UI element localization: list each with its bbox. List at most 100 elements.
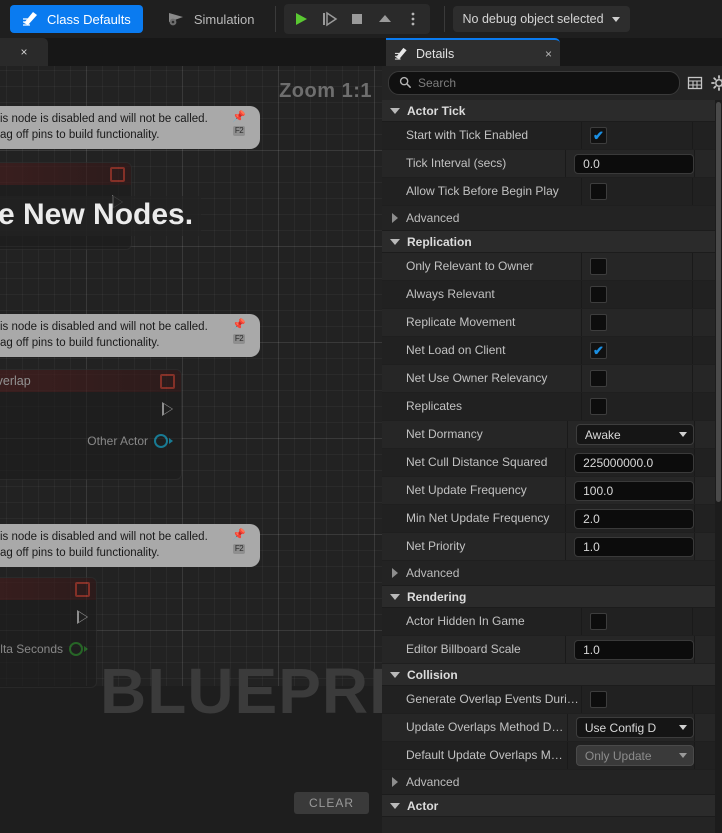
category-header-actor[interactable]: Actor: [382, 795, 716, 817]
pin-icon[interactable]: 📌: [232, 112, 246, 123]
gear-icon[interactable]: [710, 74, 722, 92]
property-reset-cell: [693, 365, 716, 392]
clear-button[interactable]: CLEAR: [294, 792, 369, 814]
property-value-cell: 0.0: [566, 150, 696, 177]
simulation-icon: [167, 10, 187, 29]
node-title: Event ActorBeginOverlap: [0, 374, 31, 388]
number-input-net-cull-distance-squared[interactable]: 225000000.0: [574, 452, 695, 473]
dropdown-net-dormancy[interactable]: Awake: [575, 424, 694, 445]
property-label-net-use-owner-relevancy: Net Use Owner Relevancy: [382, 365, 582, 392]
property-reset-cell: [693, 178, 716, 205]
advanced-toggle-replication[interactable]: Advanced: [382, 561, 716, 586]
shortcut-icon: F2: [232, 334, 246, 345]
checkbox-only-relevant-to-owner[interactable]: [590, 258, 607, 275]
category-title: Replication: [407, 234, 472, 249]
number-input-tick-interval-secs[interactable]: 0.0: [574, 153, 695, 174]
category-header-replication[interactable]: Replication: [382, 231, 716, 253]
node-data-pin-row[interactable]: Other Actor: [0, 430, 173, 452]
checkbox-start-with-tick-enabled[interactable]: ✔: [590, 127, 607, 144]
checkbox-net-load-on-client[interactable]: ✔: [590, 342, 607, 359]
exec-pin-icon[interactable]: [77, 610, 88, 624]
zoom-level-label: Zoom 1:1: [279, 80, 372, 102]
graph-tab[interactable]: ×: [0, 38, 48, 66]
class-defaults-button[interactable]: Class Defaults: [10, 5, 143, 33]
grid-view-icon[interactable]: [686, 74, 704, 92]
checkbox-always-relevant[interactable]: [590, 286, 607, 303]
details-property-list[interactable]: Actor Tick Start with Tick Enabled ✔ Tick I…: [382, 100, 716, 833]
property-row: Only Relevant to Owner: [382, 253, 716, 281]
property-value-cell: [582, 686, 693, 713]
property-row: Net Update Frequency 100.0: [382, 477, 716, 505]
simulation-label: Simulation: [193, 11, 255, 27]
node-body: lta Seconds: [0, 600, 96, 687]
dropdown-update-overlaps-method-during[interactable]: Use Config D: [575, 717, 694, 738]
node-tooltip-3: is node is disabled and will not be call…: [0, 524, 260, 568]
number-input-min-net-update-frequency[interactable]: 2.0: [574, 508, 695, 529]
checkbox-replicates[interactable]: [590, 398, 607, 415]
property-label-default-update-overlaps-method: Default Update Overlaps Method…: [382, 742, 568, 769]
number-input-net-priority[interactable]: 1.0: [574, 536, 695, 557]
node-data-pin-row[interactable]: lta Seconds: [0, 638, 88, 660]
search-input[interactable]: Search: [388, 71, 680, 95]
dropdown-value: Use Config D: [584, 720, 657, 735]
property-row: Net Priority 1.0: [382, 533, 716, 561]
stop-button[interactable]: [344, 6, 370, 32]
property-label-editor-billboard-scale: Editor Billboard Scale: [382, 636, 567, 663]
object-pin-icon[interactable]: [154, 434, 168, 448]
number-input-editor-billboard-scale[interactable]: 1.0: [574, 639, 695, 660]
property-value-cell: Awake: [568, 421, 695, 448]
property-row: Net Dormancy Awake: [382, 421, 716, 449]
property-row: Default Update Overlaps Method… Only Upda…: [382, 742, 716, 770]
checkbox-replicate-movement[interactable]: [590, 314, 607, 331]
property-reset-cell: [695, 150, 716, 177]
pin-icon[interactable]: 📌: [232, 320, 246, 331]
pin-arrow-icon: [84, 646, 88, 652]
checkmark-icon: ✔: [593, 343, 604, 358]
real-pin-icon[interactable]: [69, 642, 83, 656]
property-value-cell: ✔: [582, 337, 693, 364]
checkbox-allow-tick-before-begin-play[interactable]: [590, 183, 607, 200]
chevron-right-icon: [392, 777, 398, 787]
exec-pin-icon[interactable]: [162, 402, 173, 416]
node-event-tick[interactable]: Event Tick lta Seconds: [0, 577, 97, 688]
node-event-actorbeginoverlap[interactable]: Event ActorBeginOverlap Other Actor: [0, 369, 182, 480]
close-icon[interactable]: ×: [545, 47, 552, 61]
node-tooltip-2: is node is disabled and will not be call…: [0, 314, 260, 358]
blueprint-graph-canvas[interactable]: BLUEPRINT Zoom 1:1 Event BeginPlay Event…: [0, 66, 382, 833]
details-search-row: Search: [382, 66, 722, 100]
node-header: Event Tick: [0, 578, 96, 600]
checkbox-generate-overlap-events-during[interactable]: [590, 691, 607, 708]
checkbox-actor-hidden-in-game[interactable]: [590, 613, 607, 630]
category-header-rendering[interactable]: Rendering: [382, 586, 716, 608]
simulation-button[interactable]: Simulation: [155, 5, 267, 33]
category-header-actor-tick[interactable]: Actor Tick: [382, 100, 716, 122]
property-reset-cell: [693, 393, 716, 420]
advanced-label: Advanced: [406, 211, 460, 225]
checkbox-net-use-owner-relevancy[interactable]: [590, 370, 607, 387]
property-value-cell: 100.0: [566, 477, 696, 504]
play-button[interactable]: [288, 6, 314, 32]
more-options-button[interactable]: [400, 6, 426, 32]
category-header-collision[interactable]: Collision: [382, 664, 716, 686]
property-row: Net Use Owner Relevancy: [382, 365, 716, 393]
property-reset-cell: [693, 281, 716, 308]
property-label-min-net-update-frequency: Min Net Update Frequency: [382, 505, 567, 532]
node-disabled-icon: [160, 373, 175, 389]
toolbar-divider-2: [443, 6, 445, 32]
node-exec-pin-row[interactable]: [0, 398, 173, 420]
details-scrollbar-thumb[interactable]: [716, 102, 721, 502]
step-button[interactable]: [316, 6, 342, 32]
tab-details-label: Details: [416, 47, 455, 61]
eject-button[interactable]: [372, 6, 398, 32]
property-reset-cell: [695, 533, 716, 560]
property-label-update-overlaps-method-during: Update Overlaps Method During…: [382, 714, 568, 741]
advanced-toggle-actor-tick[interactable]: Advanced: [382, 206, 716, 231]
tab-details[interactable]: Details ×: [386, 38, 560, 68]
node-exec-pin-row[interactable]: [0, 606, 88, 628]
debug-object-selector[interactable]: No debug object selected: [452, 6, 630, 32]
close-icon[interactable]: ×: [20, 46, 27, 58]
pin-icon[interactable]: 📌: [232, 530, 246, 541]
property-row: Editor Billboard Scale 1.0: [382, 636, 716, 664]
advanced-toggle-collision[interactable]: Advanced: [382, 770, 716, 795]
number-input-net-update-frequency[interactable]: 100.0: [574, 480, 695, 501]
